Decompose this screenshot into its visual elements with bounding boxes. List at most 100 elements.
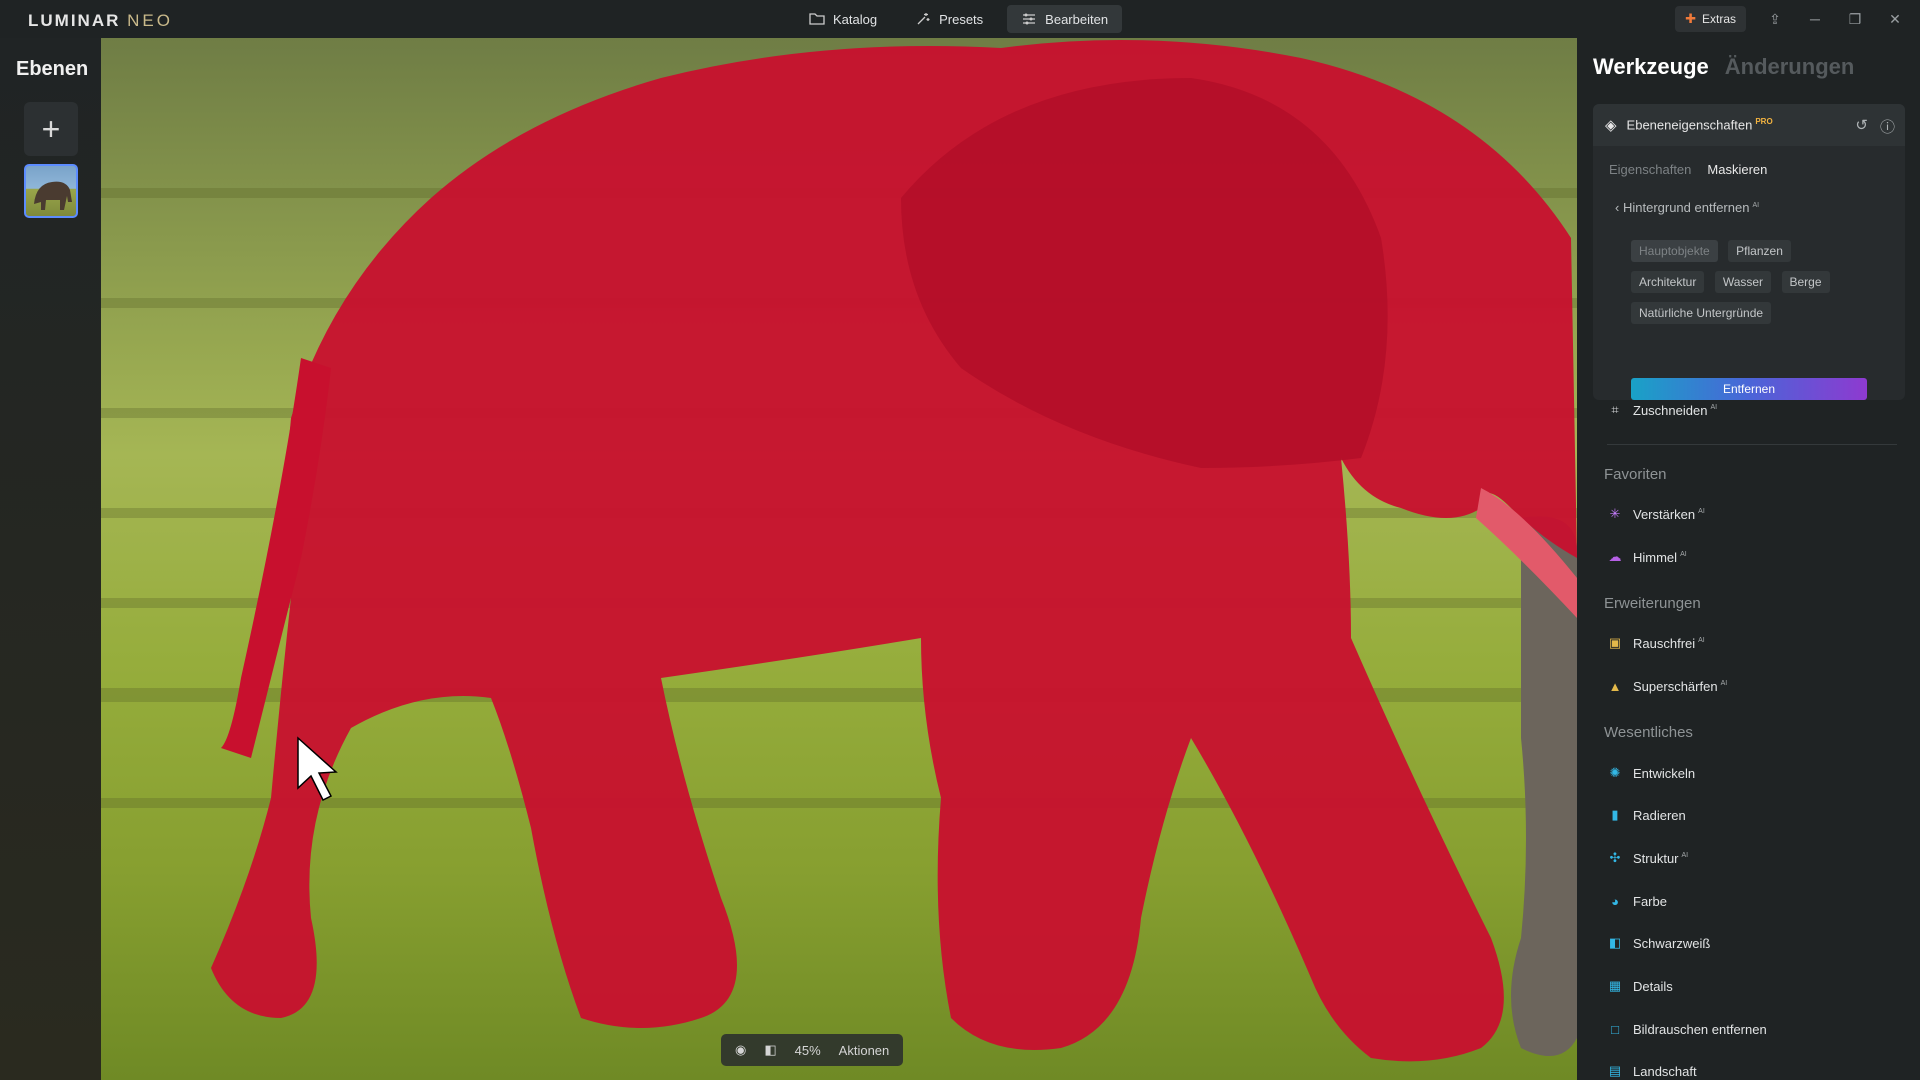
actions-menu[interactable]: Aktionen xyxy=(839,1043,890,1058)
color-icon: ◕ xyxy=(1611,893,1619,909)
layers-stack-icon: ◈ xyxy=(1605,117,1617,134)
tool-details[interactable]: ▦ Details xyxy=(1607,978,1673,994)
tool-label: Struktur xyxy=(1633,850,1679,866)
crop-icon: ⌗ xyxy=(1611,402,1619,417)
tool-label: Superschärfen xyxy=(1633,678,1718,694)
layer-thumbnail[interactable] xyxy=(24,164,78,218)
minimize-icon[interactable]: ─ xyxy=(1804,8,1826,30)
tool-landschaft[interactable]: ▤ Landschaft xyxy=(1607,1063,1697,1079)
chip-architektur[interactable]: Architektur xyxy=(1631,271,1705,293)
tool-label: Landschaft xyxy=(1633,1063,1697,1079)
chip-wasser[interactable]: Wasser xyxy=(1714,271,1772,293)
tool-schwarzweiss[interactable]: ◧ Schwarzweiß xyxy=(1607,935,1710,951)
info-icon[interactable]: ⓘ xyxy=(1880,116,1895,137)
cloud-icon: ☁ xyxy=(1608,549,1622,564)
tool-label: Verstärken xyxy=(1633,506,1696,522)
layer-properties-title: Ebeneneigenschaften xyxy=(1626,117,1753,133)
tool-label: Details xyxy=(1633,978,1673,994)
tool-verstaerken[interactable]: ✳ Verstärken AI xyxy=(1607,506,1705,522)
tool-rauschfrei[interactable]: ▣ Rauschfrei AI xyxy=(1607,635,1705,651)
compare-icon[interactable]: ◧ xyxy=(764,1042,776,1058)
logo-sub-text: NEO xyxy=(127,11,173,30)
nav-presets-label: Presets xyxy=(939,11,984,27)
tab-werkzeuge[interactable]: Werkzeuge xyxy=(1593,54,1709,80)
chip-hauptobjekte[interactable]: Hauptobjekte xyxy=(1631,240,1718,262)
tool-bildrauschen-entfernen[interactable]: □ Bildrauschen entfernen xyxy=(1607,1021,1767,1037)
tool-label: Rauschfrei xyxy=(1633,635,1696,651)
chip-natuerliche-untergruende[interactable]: Natürliche Untergründe xyxy=(1631,302,1772,324)
ai-badge: AI xyxy=(1680,551,1687,559)
back-to-masking-link[interactable]: ‹ Hintergrund entfernen AI xyxy=(1615,200,1759,215)
layer-properties-header[interactable]: ◈ Ebeneneigenschaften PRO ↺ ⓘ xyxy=(1593,104,1905,146)
ai-badge: AI xyxy=(1681,852,1689,860)
logo-main-text: LUMINAR xyxy=(28,11,121,30)
tool-superschaerfen[interactable]: ▲ Superschärfen AI xyxy=(1607,678,1728,694)
subject-chips: Hauptobjekte Pflanzen Architektur Wasser… xyxy=(1631,240,1881,333)
sharpen-icon: ▲ xyxy=(1608,678,1622,694)
add-layer-button[interactable]: + xyxy=(24,102,78,156)
tab-eigenschaften[interactable]: Eigenschaften xyxy=(1609,162,1691,177)
bw-icon: ◧ xyxy=(1608,935,1622,950)
tool-label: Schwarzweiß xyxy=(1633,935,1711,951)
share-icon[interactable]: ⇪ xyxy=(1764,8,1786,30)
tool-label: Radieren xyxy=(1633,807,1686,823)
nav-katalog-label: Katalog xyxy=(833,11,878,27)
tool-radieren[interactable]: ▮ Radieren xyxy=(1607,807,1686,823)
eye-icon[interactable]: ◉ xyxy=(735,1042,746,1058)
close-icon[interactable]: ✕ xyxy=(1884,8,1906,30)
tab-aenderungen[interactable]: Änderungen xyxy=(1725,54,1855,80)
photo-canvas[interactable]: ◉ ◧ 45% Aktionen xyxy=(101,38,1577,1080)
nav-bearbeiten-button[interactable]: Bearbeiten xyxy=(1007,5,1123,33)
tool-label: Entwickeln xyxy=(1633,765,1696,781)
tool-himmel[interactable]: ☁ Himmel AI xyxy=(1607,549,1687,565)
chip-berge[interactable]: Berge xyxy=(1781,271,1830,293)
extras-label: Extras xyxy=(1701,12,1736,26)
layers-panel: Ebenen + xyxy=(0,38,101,1080)
plus-icon: + xyxy=(41,110,61,147)
elephant-mask-overlay xyxy=(211,40,1577,1062)
noiseless-icon: ▣ xyxy=(1608,635,1622,650)
pro-badge: PRO xyxy=(1755,117,1773,127)
extras-button[interactable]: ✚ Extras xyxy=(1675,6,1746,32)
details-icon: ▦ xyxy=(1608,978,1622,993)
layers-title: Ebenen xyxy=(16,58,89,80)
extras-puzzle-icon: ✚ xyxy=(1685,11,1696,26)
tool-label: Farbe xyxy=(1633,893,1667,909)
tool-label: Himmel xyxy=(1633,549,1678,565)
tool-label: Bildrauschen entfernen xyxy=(1633,1021,1767,1037)
tool-zuschneiden[interactable]: ⌗ Zuschneiden AI xyxy=(1607,402,1717,418)
ai-badge: AI xyxy=(1752,201,1760,209)
denoise-icon: □ xyxy=(1611,1021,1619,1037)
remove-background-button[interactable]: Entfernen xyxy=(1631,378,1867,400)
structure-icon: ✣ xyxy=(1609,850,1621,865)
top-navigation: Katalog Presets Bearbeiten xyxy=(795,5,1123,33)
elephant-thumbnail-icon xyxy=(34,181,72,210)
ai-badge: AI xyxy=(1698,637,1705,645)
folder-icon xyxy=(809,13,825,25)
reset-icon[interactable]: ↺ xyxy=(1855,116,1868,137)
zoom-level[interactable]: 45% xyxy=(795,1043,821,1058)
section-wesentliches: Wesentliches xyxy=(1604,724,1693,741)
tool-farbe[interactable]: ◕ Farbe xyxy=(1607,893,1667,909)
restore-icon[interactable]: ❐ xyxy=(1844,8,1866,30)
chip-pflanzen[interactable]: Pflanzen xyxy=(1728,240,1791,262)
tools-tabs: Werkzeuge Änderungen xyxy=(1593,54,1854,80)
tool-struktur[interactable]: ✣ Struktur AI xyxy=(1607,850,1689,866)
sparkle-icon: ✳ xyxy=(1609,506,1621,521)
tool-entwickeln[interactable]: ✺ Entwickeln xyxy=(1607,765,1696,781)
nav-presets-button[interactable]: Presets xyxy=(901,5,997,33)
presets-icon xyxy=(917,13,930,25)
nav-bearbeiten-label: Bearbeiten xyxy=(1045,11,1109,27)
tab-maskieren[interactable]: Maskieren xyxy=(1707,162,1767,177)
ai-badge: AI xyxy=(1720,680,1728,688)
layer-properties-card: ◈ Ebeneneigenschaften PRO ↺ ⓘ Eigenschaft… xyxy=(1593,104,1905,400)
section-favoriten: Favoriten xyxy=(1604,466,1667,483)
sun-icon: ✺ xyxy=(1609,765,1621,780)
canvas-bottom-toolbar: ◉ ◧ 45% Aktionen xyxy=(721,1034,904,1066)
ai-badge: AI xyxy=(1710,404,1718,412)
section-erweiterungen: Erweiterungen xyxy=(1604,595,1701,612)
nav-katalog-button[interactable]: Katalog xyxy=(795,5,891,33)
crop-label: Zuschneiden xyxy=(1633,402,1708,418)
eraser-icon: ▮ xyxy=(1611,807,1619,822)
back-label: Hintergrund entfernen xyxy=(1622,200,1750,215)
